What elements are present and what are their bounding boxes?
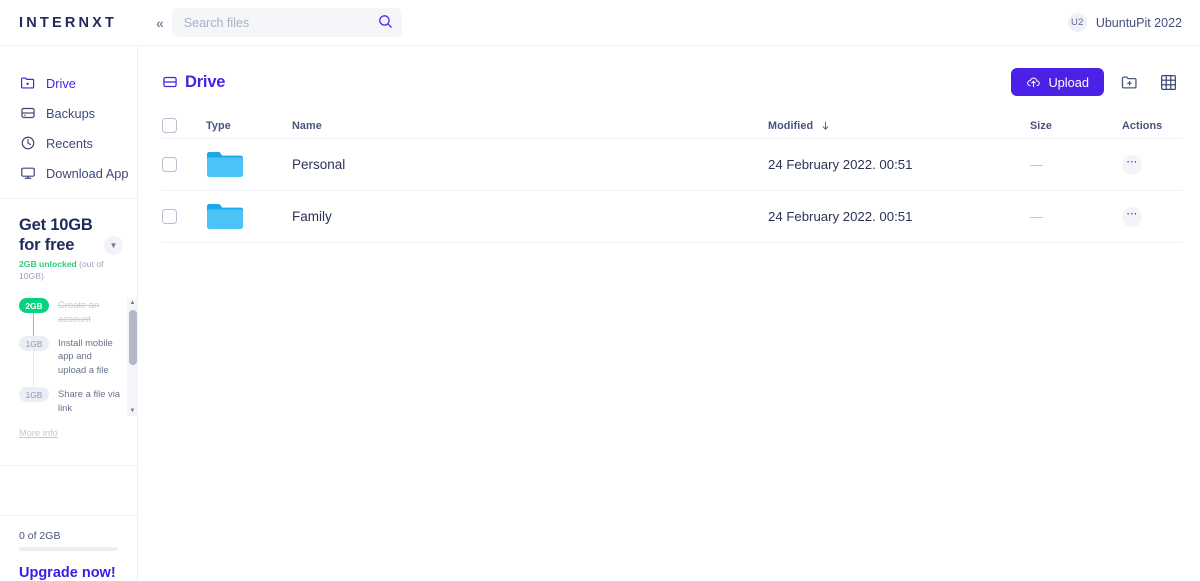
folder-add-icon: [1121, 75, 1137, 89]
column-header-name[interactable]: Name: [292, 120, 768, 132]
sidebar-spacer: [0, 465, 137, 515]
step-label: Create an account: [58, 299, 100, 324]
user-menu[interactable]: U2 UbuntuPit 2022: [1067, 13, 1200, 32]
storage-panel: 0 of 2GB Upgrade now!: [0, 515, 137, 581]
sidebar-item-label: Drive: [46, 75, 76, 91]
step-label: Share a file via link: [58, 388, 121, 413]
row-type-cell: [206, 149, 292, 181]
referral-step[interactable]: 1GB Install mobile app and upload a file: [19, 336, 132, 395]
top-bar: INTERNXT « U2 UbuntuPit 2022: [0, 0, 1200, 46]
step-label: Install mobile app and upload a file: [58, 337, 113, 375]
column-header-modified[interactable]: Modified: [768, 120, 1030, 132]
referral-title-line1: Get 10GB: [19, 216, 93, 234]
new-folder-button[interactable]: [1115, 68, 1143, 96]
sidebar-item-label: Backups: [46, 105, 96, 121]
referral-steps-wrap: 2GB Create an account 1GB Install mobile…: [19, 298, 138, 417]
clock-icon: [21, 136, 35, 150]
grid-view-icon: [1160, 74, 1176, 90]
row-actions-cell: ⋯: [1122, 154, 1182, 175]
upload-button-label: Upload: [1048, 74, 1089, 90]
upgrade-now-link[interactable]: Upgrade now!: [19, 565, 118, 581]
sidebar-item-label: Recents: [46, 135, 93, 151]
referral-step[interactable]: 2GB Create an account: [19, 298, 132, 357]
search-icon[interactable]: [378, 14, 393, 34]
column-header-size[interactable]: Size: [1030, 120, 1122, 132]
avatar: U2: [1067, 13, 1087, 32]
table-header-row: Type Name Modified Size Actions: [162, 113, 1182, 139]
row-name[interactable]: Family: [292, 209, 768, 224]
header-actions: Upload: [1011, 68, 1182, 96]
main-header: Drive Upload: [138, 46, 1200, 96]
folder-icon: [207, 151, 243, 177]
sidebar-item-backups[interactable]: Backups: [0, 98, 137, 128]
column-header-actions: Actions: [1122, 119, 1163, 132]
row-type-cell: [206, 201, 292, 233]
sidebar-item-download-app[interactable]: Download App: [0, 158, 137, 188]
cloud-upload-icon: [1027, 77, 1041, 87]
scroll-down-icon[interactable]: ▼: [130, 406, 136, 416]
select-all-checkbox[interactable]: [162, 118, 177, 133]
storage-usage-label: 0 of 2GB: [19, 530, 61, 542]
scrollbar-thumb[interactable]: [128, 310, 137, 366]
page-title: Drive: [162, 73, 225, 92]
row-checkbox[interactable]: [162, 209, 177, 224]
main-content: Drive Upload Type Name Modified Size Act…: [138, 46, 1200, 581]
more-info-link[interactable]: More info: [19, 428, 58, 438]
user-name: UbuntuPit 2022: [1095, 15, 1182, 30]
search-area: «: [138, 8, 402, 37]
row-modified: 24 February 2022. 00:51: [768, 157, 913, 172]
step-badge: 1GB: [19, 336, 49, 352]
sidebar-item-recents[interactable]: Recents: [0, 128, 137, 158]
row-size: —: [1030, 157, 1043, 172]
referral-steps-list: 2GB Create an account 1GB Install mobile…: [19, 298, 132, 416]
referral-collapse-icon[interactable]: ▼: [104, 236, 123, 255]
desktop-icon: [21, 167, 35, 179]
sidebar-collapse-icon[interactable]: «: [156, 16, 164, 30]
grid-view-button[interactable]: [1154, 68, 1182, 96]
step-badge: 1GB: [19, 387, 49, 403]
down-arrow-icon: [822, 121, 829, 130]
storage-progress-bar: [19, 547, 118, 551]
referral-scrollbar[interactable]: ▲ ▼: [127, 298, 138, 417]
row-actions-cell: ⋯: [1122, 206, 1182, 227]
search-input[interactable]: [171, 8, 402, 37]
referral-panel: Get 10GB for free ▼ 2GB unlocked (out of…: [0, 198, 138, 451]
row-size: —: [1030, 209, 1043, 224]
sidebar-item-label: Download App: [46, 165, 129, 181]
select-all-cell: [162, 118, 206, 133]
hard-drive-icon: [163, 76, 177, 88]
referral-unlocked-amount: 2GB unlocked: [19, 259, 77, 270]
column-header-modified-label: Modified: [768, 119, 814, 132]
row-actions-button[interactable]: ⋯: [1122, 206, 1142, 227]
upload-button[interactable]: Upload: [1011, 68, 1104, 96]
app-logo: INTERNXT: [19, 14, 118, 31]
page-title-label: Drive: [185, 72, 226, 91]
row-select-cell: [162, 209, 206, 224]
hard-drive-icon: [21, 107, 35, 119]
row-actions-button[interactable]: ⋯: [1122, 154, 1142, 175]
scrollbar-track[interactable]: [127, 308, 138, 406]
row-modified: 24 February 2022. 00:51: [768, 209, 913, 224]
search-box[interactable]: [171, 8, 402, 37]
column-header-type[interactable]: Type: [206, 120, 292, 132]
row-checkbox[interactable]: [162, 157, 177, 172]
folder-icon: [207, 203, 243, 229]
scroll-up-icon[interactable]: ▲: [130, 298, 136, 308]
sidebar: Drive Backups Recents Download App Get 1…: [0, 46, 138, 581]
row-select-cell: [162, 157, 206, 172]
row-name[interactable]: Personal: [292, 157, 768, 172]
table-row[interactable]: Personal 24 February 2022. 00:51 — ⋯: [162, 139, 1182, 191]
sidebar-item-drive[interactable]: Drive: [0, 68, 137, 98]
referral-step[interactable]: 1GB Share a file via link: [19, 387, 132, 414]
referral-unlocked-text: 2GB unlocked (out of 10GB): [19, 259, 115, 282]
table-row[interactable]: Family 24 February 2022. 00:51 — ⋯: [162, 191, 1182, 243]
step-badge: 2GB: [19, 298, 49, 314]
internxt-drive-app: INTERNXT « U2 UbuntuPit 2022: [0, 0, 1200, 581]
files-table: Type Name Modified Size Actions Personal…: [162, 113, 1182, 243]
app-body: Drive Backups Recents Download App Get 1…: [0, 46, 1200, 581]
folder-add-icon: [21, 77, 35, 89]
sidebar-nav: Drive Backups Recents Download App: [0, 46, 137, 198]
